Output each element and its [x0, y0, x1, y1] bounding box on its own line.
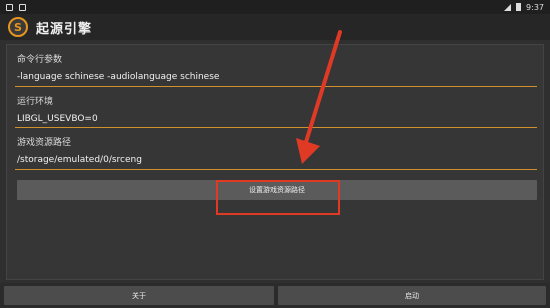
settings-panel: 命令行参数 -language schinese -audiolanguage …: [6, 44, 544, 280]
about-button[interactable]: 关于: [4, 286, 274, 305]
status-left-icons: [6, 3, 26, 11]
status-right-icons: 9:37: [504, 3, 544, 12]
args-field[interactable]: -language schinese -audiolanguage schine…: [17, 72, 219, 82]
args-label: 命令行参数: [17, 55, 63, 65]
notification-icon: [19, 3, 26, 11]
logo-letter: S: [14, 20, 22, 34]
app-logo: S: [8, 17, 28, 37]
env-underline: [15, 127, 537, 128]
clock: 9:37: [526, 2, 544, 12]
path-underline: [15, 169, 537, 170]
app-bar: S 起源引擎: [0, 14, 550, 40]
annotation-highlight-box: [216, 180, 340, 215]
args-underline: [15, 86, 537, 87]
notification-icon: [6, 3, 13, 11]
app-title: 起源引擎: [36, 21, 93, 37]
annotation-arrow-icon: [296, 30, 342, 164]
status-bar: 9:37: [0, 0, 550, 14]
battery-icon: [516, 3, 522, 11]
path-field[interactable]: /storage/emulated/0/srceng: [17, 155, 142, 165]
bottom-bar: 关于 启动: [0, 283, 550, 308]
start-button[interactable]: 启动: [278, 286, 546, 305]
signal-icon: [504, 3, 512, 11]
env-field[interactable]: LIBGL_USEVBO=0: [17, 114, 98, 124]
path-label: 游戏资源路径: [17, 138, 72, 148]
env-label: 运行环境: [17, 97, 54, 107]
